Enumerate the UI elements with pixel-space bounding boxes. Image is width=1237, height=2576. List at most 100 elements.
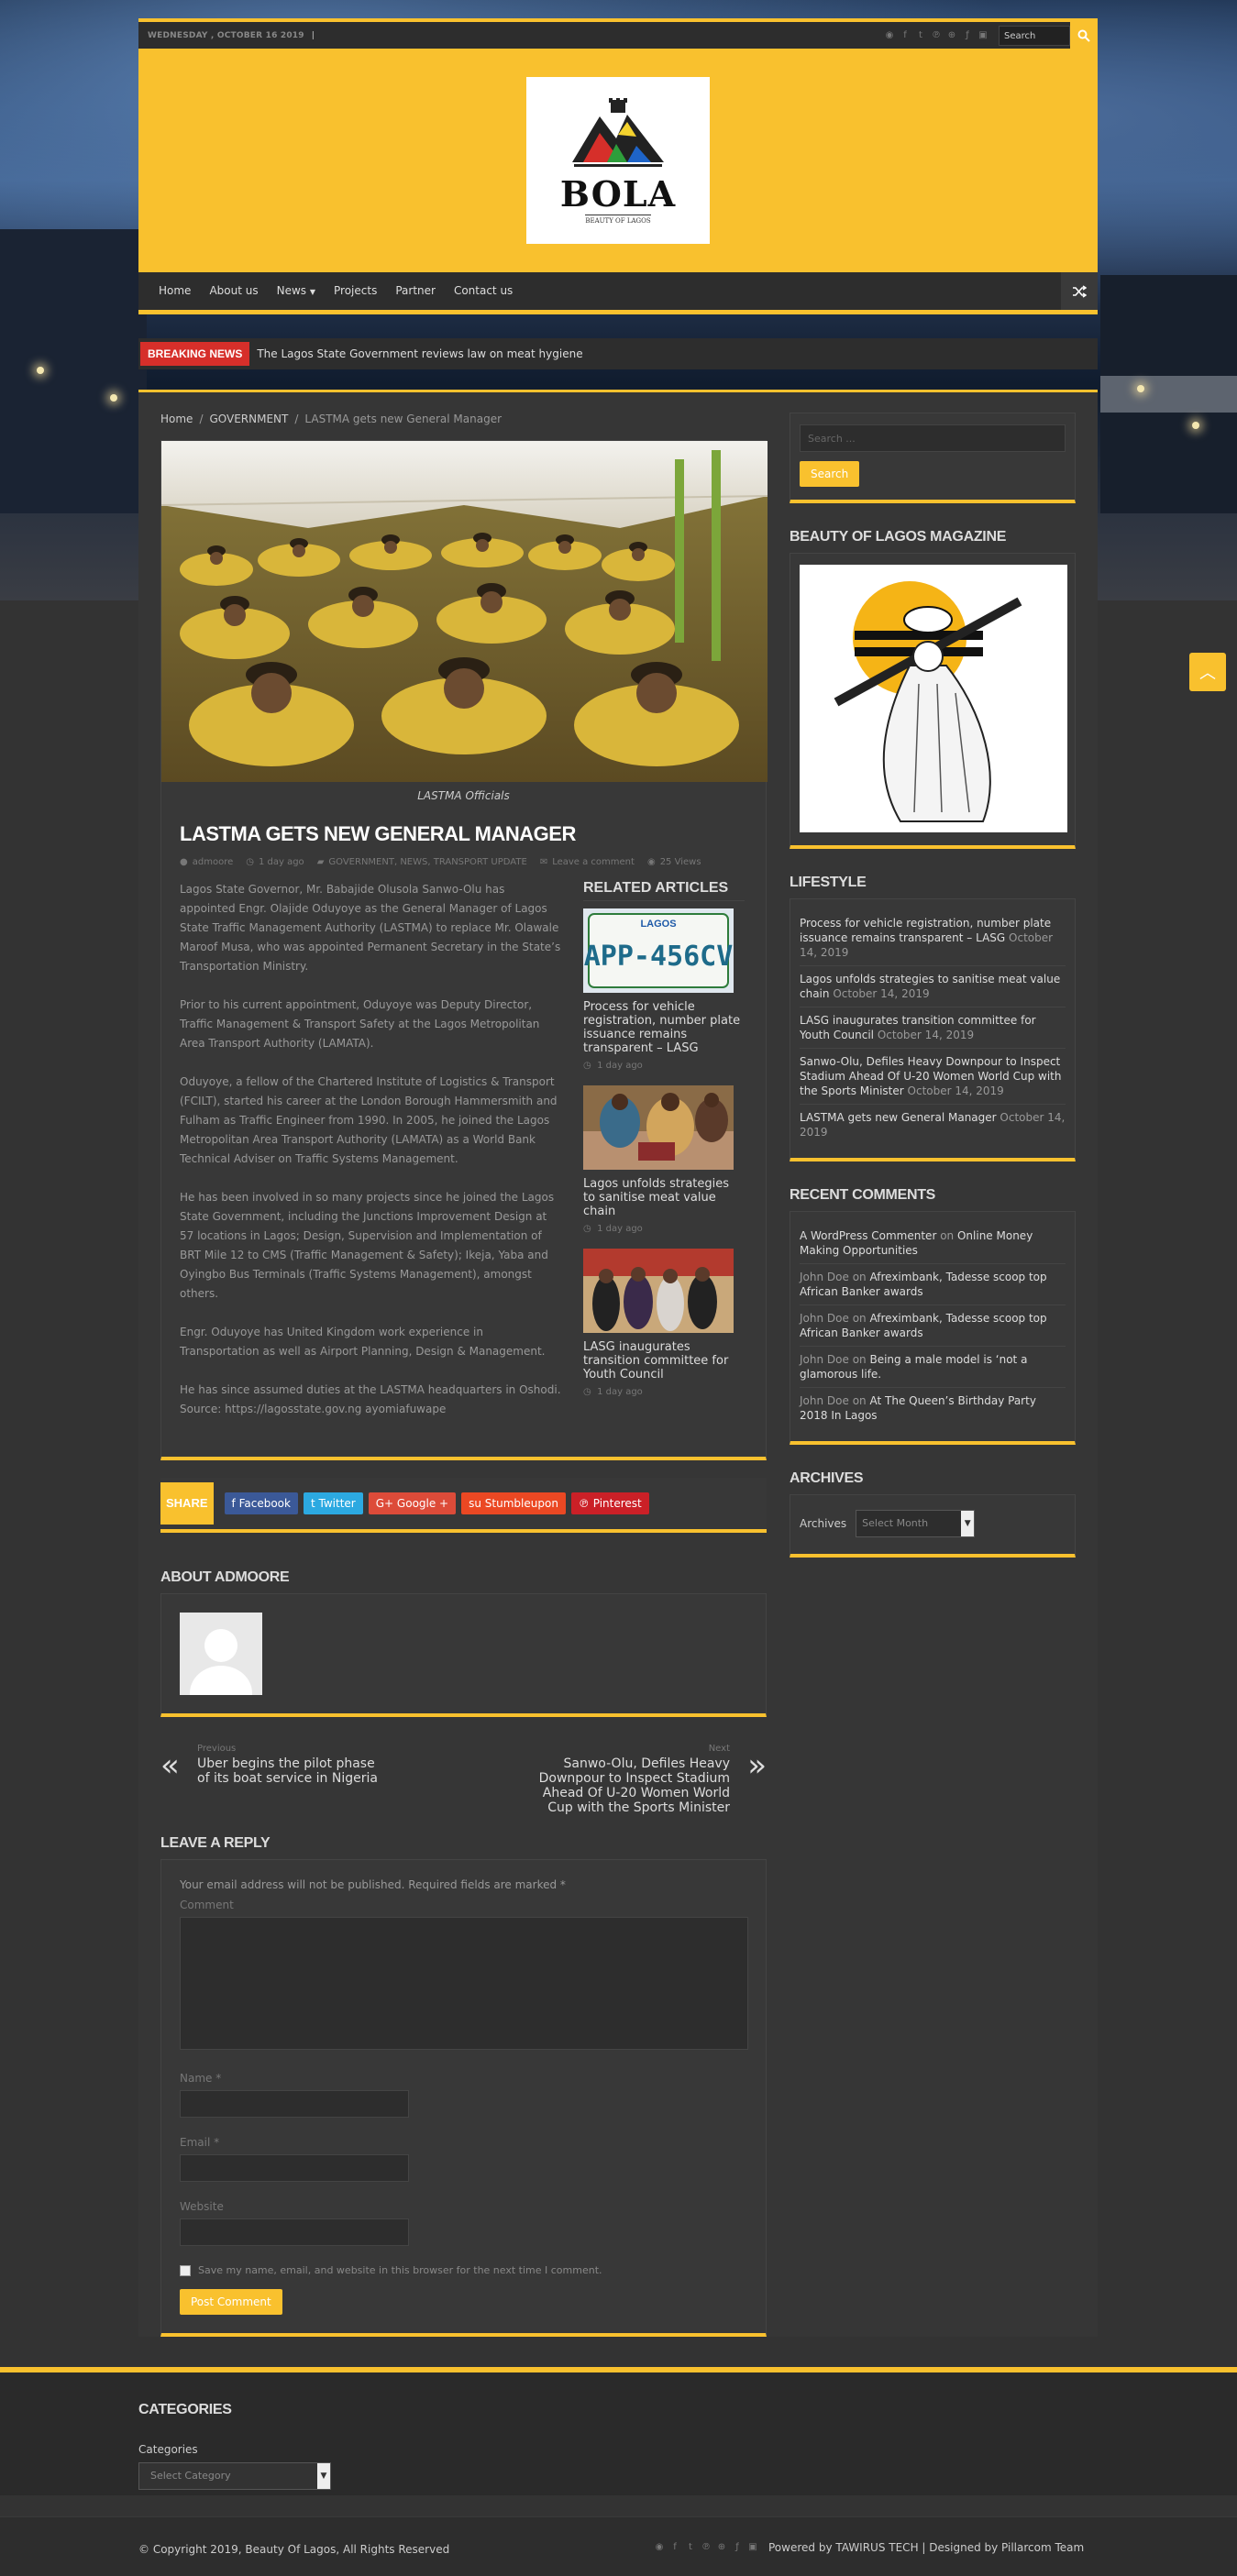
archives-widget: Archives Select Month ▼	[790, 1494, 1076, 1558]
top-search-input[interactable]: Search	[999, 25, 1070, 46]
sidebar-search-input[interactable]: Search ...	[800, 424, 1066, 452]
copyright-bar: © Copyright 2019, Beauty Of Lagos, All R…	[0, 2516, 1237, 2576]
pinterest-icon[interactable]: ℗	[932, 30, 941, 40]
dribbble-icon[interactable]: ⊕	[717, 2543, 726, 2552]
comment-author[interactable]: A WordPress Commenter	[800, 1229, 936, 1242]
share-facebook-button[interactable]: f Facebook	[224, 1492, 298, 1514]
featured-image[interactable]	[161, 441, 768, 782]
nav-home[interactable]: Home	[138, 272, 200, 310]
site-logo[interactable]: BOLA BEAUTY OF LAGOS	[526, 77, 710, 244]
post-comments-link[interactable]: ✉ Leave a comment	[540, 857, 635, 867]
nav-contact[interactable]: Contact us	[445, 272, 522, 310]
nav-projects[interactable]: Projects	[325, 272, 386, 310]
random-post-button[interactable]	[1061, 272, 1098, 310]
comment-author: John Doe	[800, 1271, 849, 1283]
post-comment-button[interactable]: Post Comment	[180, 2289, 282, 2315]
facebook-icon[interactable]: f	[670, 2543, 679, 2552]
related-item[interactable]: Lagos unfolds strategies to sanitise mea…	[583, 1085, 745, 1234]
related-item-title[interactable]: Process for vehicle registration, number…	[583, 1000, 745, 1055]
instagram-icon[interactable]: ▣	[978, 30, 988, 40]
share-google-button[interactable]: G+ Google +	[368, 1492, 457, 1514]
archives-label: Archives	[800, 1517, 847, 1530]
breadcrumb-home[interactable]: Home	[160, 413, 193, 425]
save-info-checkbox[interactable]	[180, 2264, 191, 2276]
google-plus-icon: G+	[375, 1497, 394, 1510]
arrow-right-icon[interactable]: »	[747, 1747, 767, 1784]
main-column: LASTMA Officials LASTMA GETS NEW GENERAL…	[160, 440, 768, 2337]
comment-author: John Doe	[800, 1394, 849, 1407]
prev-label: Previous	[197, 1744, 237, 1754]
magazine-cover[interactable]	[800, 565, 1067, 832]
folder-icon: ▰	[316, 857, 325, 867]
rss-icon[interactable]: ◉	[655, 2543, 664, 2552]
sidebar-search-button[interactable]: Search	[800, 461, 860, 487]
categories-select[interactable]: Select Category ▼	[138, 2462, 331, 2490]
rss-icon[interactable]: ◉	[885, 30, 894, 40]
post-date: ◷ 1 day ago	[246, 857, 304, 867]
nav-partner[interactable]: Partner	[386, 272, 445, 310]
related-thumbnail[interactable]: LAGOS APP-456CV	[583, 908, 734, 993]
pinterest-icon[interactable]: ℗	[701, 2543, 711, 2552]
foursquare-icon[interactable]: ƒ	[733, 2543, 742, 2552]
scroll-to-top-button[interactable]: ︿	[1189, 653, 1226, 691]
comment-icon: ✉	[539, 857, 548, 867]
related-item[interactable]: LASG inaugurates transition committee fo…	[583, 1249, 745, 1397]
name-field[interactable]	[180, 2090, 409, 2118]
dribbble-icon[interactable]: ⊕	[947, 30, 956, 40]
website-field[interactable]	[180, 2218, 409, 2246]
breadcrumb-category[interactable]: GOVERNMENT	[209, 413, 288, 425]
related-item-date: ◷ 1 day ago	[583, 1061, 745, 1071]
post-author[interactable]: ● admoore	[180, 857, 233, 867]
twitter-icon[interactable]: t	[916, 30, 925, 40]
search-button[interactable]	[1070, 22, 1098, 49]
magazine-title: BEAUTY OF LAGOS MAGAZINE	[790, 529, 1007, 545]
related-item-date-text: 1 day ago	[597, 1061, 643, 1071]
share-pinterest-button[interactable]: ℗ Pinterest	[570, 1492, 649, 1514]
related-thumbnail[interactable]	[583, 1249, 734, 1333]
share-google-label: Google +	[396, 1497, 449, 1510]
footer: CATEGORIES Categories Select Category ▼	[0, 2367, 1237, 2495]
crowd-photo	[161, 441, 768, 782]
nav-news[interactable]: News ▼	[268, 272, 325, 311]
share-stumbleupon-button[interactable]: su Stumbleupon	[461, 1492, 566, 1514]
breaking-news-link[interactable]: The Lagos State Government reviews law o…	[257, 347, 582, 360]
post-categories[interactable]: ▰ GOVERNMENT, NEWS, TRANSPORT UPDATE	[317, 857, 527, 867]
twitter-icon[interactable]: t	[686, 2543, 695, 2552]
facebook-icon: f	[231, 1497, 236, 1510]
post-views-text: 25 Views	[659, 857, 701, 867]
arrow-left-icon[interactable]: «	[160, 1747, 180, 1784]
reply-title: LEAVE A REPLY	[160, 1835, 271, 1851]
article: LASTMA Officials LASTMA GETS NEW GENERAL…	[160, 440, 768, 1460]
share-twitter-button[interactable]: t Twitter	[303, 1492, 363, 1514]
share-label: SHARE	[160, 1482, 214, 1525]
related-item-date-text: 1 day ago	[597, 1387, 643, 1397]
facebook-icon[interactable]: f	[900, 30, 910, 40]
breadcrumb-current: LASTMA gets new General Manager	[304, 413, 503, 425]
paragraph: He has been involved in so many projects…	[180, 1191, 555, 1300]
related-thumbnail[interactable]	[583, 1085, 734, 1170]
related-item-title[interactable]: Lagos unfolds strategies to sanitise mea…	[583, 1177, 745, 1218]
related-item[interactable]: LAGOS APP-456CV Process for vehicle regi…	[583, 908, 745, 1071]
related-item-title[interactable]: LASG inaugurates transition committee fo…	[583, 1340, 745, 1382]
lifestyle-date: October 14, 2019	[833, 987, 930, 1000]
foursquare-icon[interactable]: ƒ	[963, 30, 972, 40]
nav-news-label: News	[276, 283, 307, 297]
paragraph: Lagos State Governor, Mr. Babajide Oluso…	[180, 883, 561, 973]
paragraph: Prior to his current appointment, Oduyoy…	[180, 998, 540, 1050]
instagram-icon[interactable]: ▣	[748, 2543, 757, 2552]
related-title: RELATED ARTICLES	[583, 880, 745, 901]
breaking-news-bar: BREAKING NEWS The Lagos State Government…	[138, 338, 1098, 369]
archives-select[interactable]: Select Month ▼	[856, 1510, 976, 1537]
paragraph: Oduyoye, a fellow of the Chartered Insti…	[180, 1075, 558, 1165]
post-meta: ● admoore ◷ 1 day ago ▰ GOVERNMENT, NEWS, T…	[180, 857, 747, 867]
comment-on: on	[852, 1353, 867, 1366]
share-pinterest-label: Pinterest	[592, 1497, 642, 1510]
email-field[interactable]	[180, 2154, 409, 2182]
avatar[interactable]	[180, 1613, 262, 1695]
prev-post-link[interactable]: Uber begins the pilot phase of its boat …	[197, 1756, 390, 1786]
next-post-link[interactable]: Sanwo-Olu, Defiles Heavy Downpour to Ins…	[537, 1756, 730, 1815]
post-categories-text: GOVERNMENT, NEWS, TRANSPORT UPDATE	[328, 857, 527, 867]
lifestyle-link[interactable]: LASTMA gets new General Manager	[800, 1111, 997, 1124]
nav-about[interactable]: About us	[200, 272, 267, 310]
comment-textarea[interactable]	[180, 1917, 748, 2050]
